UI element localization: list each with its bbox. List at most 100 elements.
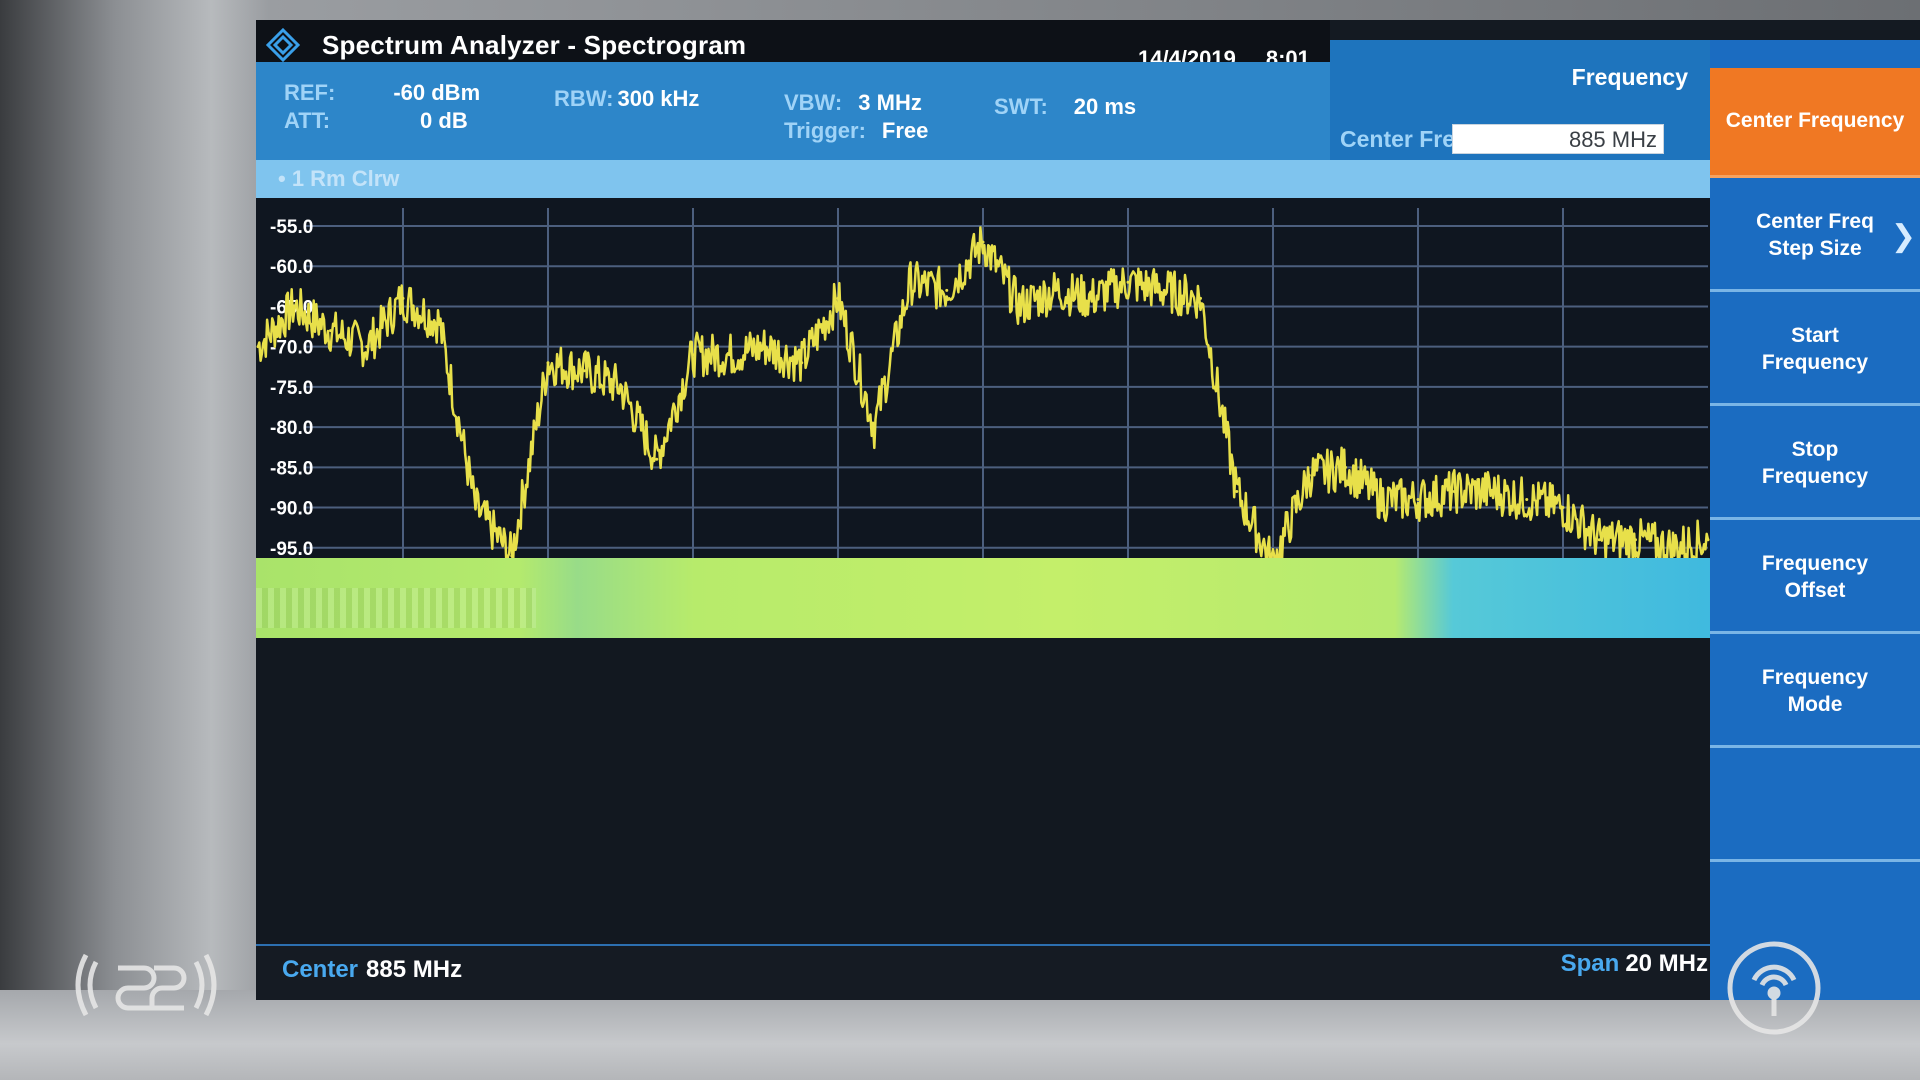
trace-point	[1380, 498, 1384, 502]
span-value: 20 MHz	[1625, 950, 1708, 977]
y-tick-label: -55.0	[270, 217, 313, 238]
window-title: Spectrum Analyzer - Spectrogram	[322, 30, 747, 60]
trace-point	[619, 385, 622, 389]
rohde-schwarz-logo-icon	[266, 28, 300, 62]
ref-level: REF: -60 dBm	[284, 80, 480, 106]
ref-label: REF:	[284, 80, 336, 105]
trace-point	[1199, 296, 1202, 300]
trace-point	[401, 296, 405, 300]
trace-point	[1416, 498, 1420, 502]
spectrogram-waterfall	[256, 558, 1716, 638]
swt-value: 20 ms	[1073, 94, 1137, 119]
softkey-label: Frequency Offset	[1761, 552, 1869, 602]
y-tick-label: -95.0	[270, 539, 313, 560]
trace-point	[655, 457, 659, 461]
trace-point	[1525, 498, 1529, 502]
trace-point	[1162, 288, 1166, 292]
channel-logo-watermark	[75, 953, 217, 1017]
y-tick-label: -70.0	[270, 338, 313, 359]
rbw-label: RBW:	[554, 86, 614, 111]
ref-value: -60 dBm	[393, 80, 481, 105]
trace-point	[872, 425, 876, 429]
softkey-label: Stop Frequency	[1761, 438, 1869, 488]
trace-point	[1344, 465, 1347, 469]
center-value: 885 MHz	[366, 956, 463, 983]
softkey-empty[interactable]	[1710, 752, 1920, 862]
trace-point	[1452, 489, 1456, 493]
trace-point	[256, 345, 260, 349]
softkey-stop-frequency[interactable]: Stop Frequency	[1710, 410, 1920, 520]
sweep-time: SWT: 20 ms	[994, 94, 1136, 120]
measurement-settings: REF: -60 dBm ATT: 0 dB RBW: 300 kHz VBW: 3 M…	[256, 62, 1330, 160]
trace-point	[1597, 538, 1601, 542]
trace-point	[764, 345, 767, 349]
trace-point	[909, 280, 912, 284]
trace-point	[1670, 546, 1674, 550]
trace-point	[1017, 304, 1021, 308]
spectrum-chart: -55.0-60.0-65.0-70.0-75.0-80.0-85.0-90.0…	[256, 208, 1710, 578]
spectrogram-history-area	[256, 638, 1726, 944]
trace-point	[1489, 489, 1492, 493]
softkey-start-frequency[interactable]: Start Frequency	[1710, 296, 1920, 406]
trigger-value: Free	[881, 118, 929, 143]
softkey-panel: Center Frequency Center Freq Step Size ❯ …	[1710, 40, 1920, 1000]
analyzer-screen: Spectrum Analyzer - Spectrogram 14/4/201…	[256, 20, 1920, 1000]
softkey-frequency-mode[interactable]: Frequency Mode	[1710, 638, 1920, 748]
trace-point	[329, 329, 332, 333]
center-readout: Center 885 MHz	[282, 956, 462, 984]
trace-point	[437, 321, 441, 325]
trace-point	[546, 361, 550, 365]
softkey-center-frequency[interactable]: Center Frequency	[1710, 68, 1920, 178]
softkey-center-freq-step-size[interactable]: Center Freq Step Size ❯	[1710, 182, 1920, 292]
trigger-label: Trigger:	[784, 118, 866, 143]
trace-info-strip: • 1 Rm Clrw	[256, 160, 1710, 198]
softkey-label: Frequency Mode	[1761, 666, 1869, 716]
trace-point	[1090, 296, 1094, 300]
trace-point	[836, 296, 840, 300]
rbw-value: 300 kHz	[617, 86, 700, 111]
trace-info: • 1 Rm Clrw	[278, 166, 400, 191]
y-tick-label: -90.0	[270, 499, 313, 520]
trace-point	[510, 554, 514, 558]
spectrum-plot: -55.0 -60.0 -65.0 -70.0 -75.0 -80.0 -85.0 -90.0…	[256, 198, 1716, 578]
trace-point	[1634, 538, 1637, 542]
trace-point	[1054, 288, 1057, 292]
att-value: 0 dB	[420, 108, 468, 133]
trigger: Trigger: Free	[784, 118, 928, 144]
trace-point	[474, 506, 477, 510]
y-tick-label: -75.0	[270, 378, 313, 399]
softkey-label: Start Frequency	[1761, 324, 1869, 374]
trace-point	[981, 240, 985, 244]
softkey-frequency-offset[interactable]: Frequency Offset	[1710, 524, 1920, 634]
center-freq-input[interactable]: 885 MHz	[1452, 124, 1664, 154]
trace-point	[1307, 473, 1311, 477]
vbw-label: VBW:	[784, 90, 843, 115]
y-tick-label: -85.0	[270, 458, 313, 479]
trace-point	[800, 361, 804, 365]
y-tick-label: -60.0	[270, 257, 313, 278]
center-label: Center	[282, 956, 359, 983]
att-label: ATT:	[284, 108, 331, 133]
rbw: RBW: 300 kHz	[554, 86, 699, 112]
softkey-label: Center Freq Step Size	[1756, 210, 1874, 260]
span-readout: Span 20 MHz	[1561, 950, 1708, 978]
frequency-header: Frequency Center Freq 885 MHz	[1330, 40, 1710, 160]
vbw-value: 3 MHz	[858, 90, 922, 115]
footer-bar: Center 885 MHz Span 20 MHz	[256, 944, 1736, 1000]
center-freq-label: Center Freq	[1340, 126, 1470, 152]
vbw: VBW: 3 MHz	[784, 90, 922, 116]
trace-point	[365, 345, 369, 349]
trace-point	[727, 353, 731, 357]
trace-point	[1561, 506, 1565, 510]
attenuation: ATT: 0 dB	[284, 108, 468, 134]
trace-point	[1126, 280, 1130, 284]
trace-point	[945, 288, 949, 292]
trace-point	[691, 353, 695, 357]
trace-point	[1235, 489, 1239, 493]
frequency-menu-title: Frequency	[1571, 64, 1688, 90]
span-label: Span	[1560, 950, 1620, 977]
trace-point	[292, 304, 296, 308]
trace-point	[582, 369, 586, 373]
broadcast-icon	[1727, 941, 1821, 1035]
device-bezel-bottom	[0, 990, 1920, 1080]
